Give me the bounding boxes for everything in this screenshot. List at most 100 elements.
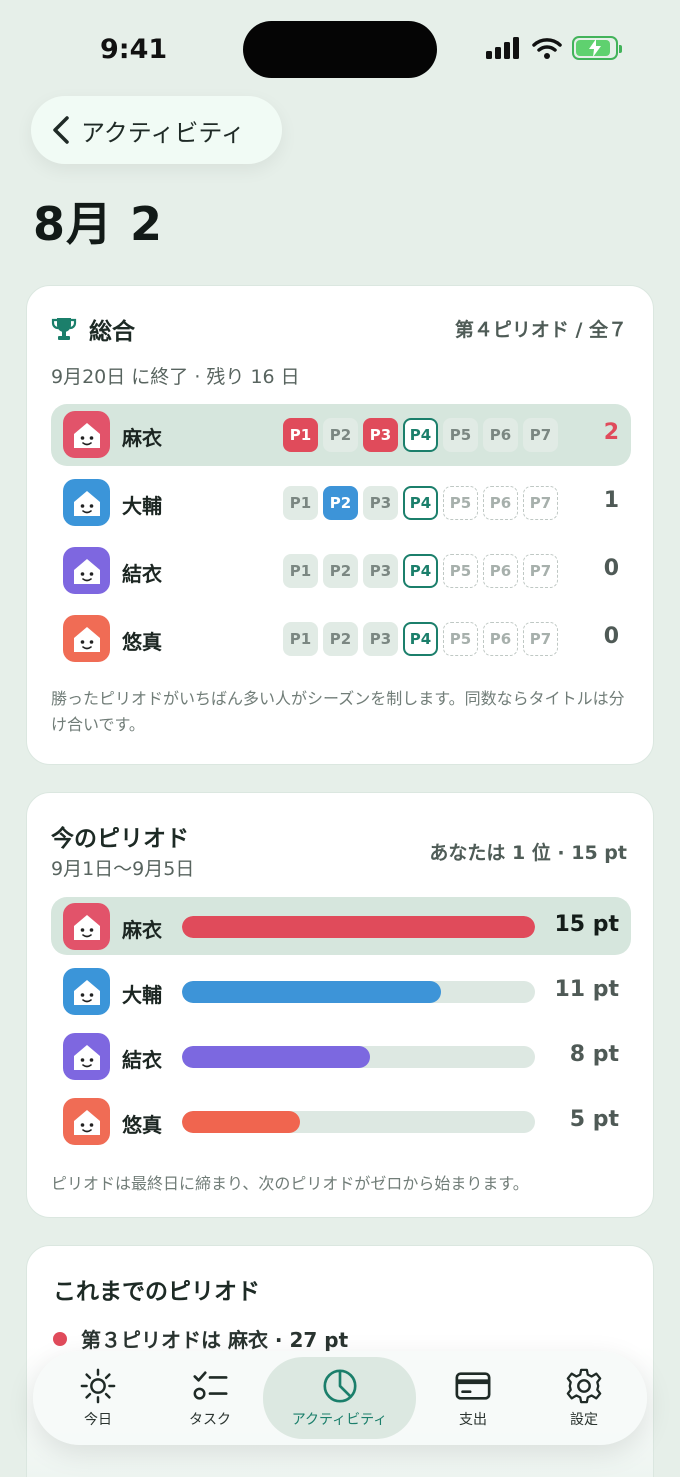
house-face-icon	[73, 626, 100, 652]
credit-card-icon	[455, 1372, 491, 1400]
member-name: 悠真	[122, 630, 162, 654]
member-avatar	[63, 1033, 110, 1080]
house-face-icon	[73, 558, 100, 584]
period-chip: P3	[363, 418, 398, 452]
period-chip: P4	[403, 622, 438, 656]
period-chip: P1	[283, 486, 318, 520]
period-chip: P5	[443, 554, 478, 588]
period-chips: P1 P2 P3 P4 P5 P6 P7	[283, 622, 558, 656]
house-face-icon	[73, 1044, 100, 1070]
back-button-label: アクティビティ	[81, 118, 245, 147]
tab-settings[interactable]: 設定	[529, 1351, 639, 1445]
period-chip: P5	[443, 486, 478, 520]
period-chip: P6	[483, 622, 518, 656]
member-name: 大輔	[122, 494, 162, 518]
period-chips: P1 P2 P3 P4 P5 P6 P7	[283, 418, 558, 452]
points-bar-fill	[182, 981, 441, 1003]
period-chip: P3	[363, 486, 398, 520]
period-points-row[interactable]: 大輔 11 pt	[51, 962, 631, 1020]
overall-title: 総合	[89, 319, 135, 345]
period-chip: P2	[323, 418, 358, 452]
tab-label: 設定	[570, 1412, 598, 1428]
overall-standings-card: 総合 第４ピリオド / 全７ 9月20日 に終了 · 残り 16 日 麻衣 P1 P…	[26, 285, 654, 765]
period-chip: P2	[323, 622, 358, 656]
member-avatar	[63, 479, 110, 526]
points-value: 11 pt	[554, 977, 619, 1002]
house-face-icon	[73, 914, 100, 940]
my-rank-summary: あなたは 1 位 · 15 pt	[429, 842, 627, 864]
overall-rank-row[interactable]: 結衣 P1 P2 P3 P4 P5 P6 P7 0	[51, 540, 631, 602]
status-icons	[486, 36, 622, 60]
member-name: 結衣	[122, 1048, 162, 1072]
cellular-signal-icon	[486, 37, 519, 59]
tab-activity[interactable]: アクティビティ	[263, 1357, 416, 1439]
past-periods-title: これまでのピリオド	[53, 1279, 260, 1305]
current-period-title: 今のピリオド	[51, 826, 189, 852]
period-chip: P2	[323, 554, 358, 588]
current-period-note: ピリオドは最終日に締まり、次のピリオドがゼロから始まります。	[51, 1174, 529, 1193]
back-button[interactable]: アクティビティ	[31, 96, 282, 164]
period-chip: P5	[443, 622, 478, 656]
tab-label: 支出	[459, 1412, 487, 1428]
tab-label: タスク	[189, 1412, 231, 1428]
period-chip: P6	[483, 554, 518, 588]
periods-won-count: 2	[603, 420, 619, 445]
pie-chart-icon	[322, 1369, 357, 1403]
member-name: 麻衣	[122, 426, 162, 450]
overall-rank-list: 麻衣 P1 P2 P3 P4 P5 P6 P7 2 大輔 P1 P2 P3 P4 P5 P6 P7 1 結衣 P1 P2…	[51, 404, 631, 676]
tab-expenses[interactable]: 支出	[418, 1351, 528, 1445]
period-chip: P3	[363, 622, 398, 656]
period-progress: 第４ピリオド / 全７	[454, 319, 627, 341]
member-name: 結衣	[122, 562, 162, 586]
period-points-row[interactable]: 麻衣 15 pt	[51, 897, 631, 955]
period-chip: P5	[443, 418, 478, 452]
period-points-row[interactable]: 悠真 5 pt	[51, 1092, 631, 1150]
points-value: 8 pt	[569, 1042, 619, 1067]
checklist-icon	[193, 1371, 228, 1400]
period-chip: P3	[363, 554, 398, 588]
member-name: 麻衣	[122, 918, 162, 942]
points-bar-fill	[182, 1111, 300, 1133]
tab-tasks[interactable]: タスク	[155, 1351, 265, 1445]
overall-note: 勝ったピリオドがいちばん多い人がシーズンを制します。同数ならタイトルは分け合いで…	[51, 689, 625, 734]
house-face-icon	[73, 979, 100, 1005]
member-avatar	[63, 615, 110, 662]
period-chip: P2	[323, 486, 358, 520]
period-chip: P4	[403, 554, 438, 588]
overall-rank-row[interactable]: 悠真 P1 P2 P3 P4 P5 P6 P7 0	[51, 608, 631, 670]
points-bar-track	[182, 1111, 535, 1133]
house-face-icon	[73, 1109, 100, 1135]
tab-label: アクティビティ	[291, 1412, 388, 1428]
period-chips: P1 P2 P3 P4 P5 P6 P7	[283, 486, 558, 520]
period-chip: P7	[523, 418, 558, 452]
tab-label: 今日	[84, 1412, 112, 1428]
overall-rank-row[interactable]: 麻衣 P1 P2 P3 P4 P5 P6 P7 2	[51, 404, 631, 466]
trophy-icon	[51, 318, 77, 340]
points-bar-fill	[182, 1046, 371, 1068]
tab-bar: 今日 タスク アクティビティ 支出 設定	[33, 1351, 647, 1445]
overall-rank-row[interactable]: 大輔 P1 P2 P3 P4 P5 P6 P7 1	[51, 472, 631, 534]
sun-icon	[80, 1368, 116, 1404]
period-chip: P6	[483, 418, 518, 452]
points-value: 5 pt	[569, 1107, 619, 1132]
member-avatar	[63, 968, 110, 1015]
period-chip: P7	[523, 554, 558, 588]
overall-header: 総合	[51, 312, 135, 346]
member-name: 悠真	[122, 1113, 162, 1137]
period-points-list: 麻衣 15 pt 大輔 11 pt 結衣 8 pt 悠真 5 pt	[51, 897, 631, 1157]
period-chip: P4	[403, 486, 438, 520]
page-title: 8月 2	[33, 197, 164, 251]
period-points-row[interactable]: 結衣 8 pt	[51, 1027, 631, 1085]
wifi-icon	[532, 38, 562, 59]
member-avatar	[63, 903, 110, 950]
period-chips: P1 P2 P3 P4 P5 P6 P7	[283, 554, 558, 588]
winner-color-dot	[53, 1331, 67, 1346]
points-bar-track	[182, 981, 535, 1003]
period-chip: P1	[283, 554, 318, 588]
current-period-dates: 9月1日〜9月5日	[51, 858, 195, 880]
points-bar-fill	[182, 916, 535, 938]
period-chip: P7	[523, 486, 558, 520]
season-end-info: 9月20日 に終了 · 残り 16 日	[51, 366, 300, 388]
tab-today[interactable]: 今日	[43, 1351, 153, 1445]
gear-icon	[566, 1368, 602, 1404]
